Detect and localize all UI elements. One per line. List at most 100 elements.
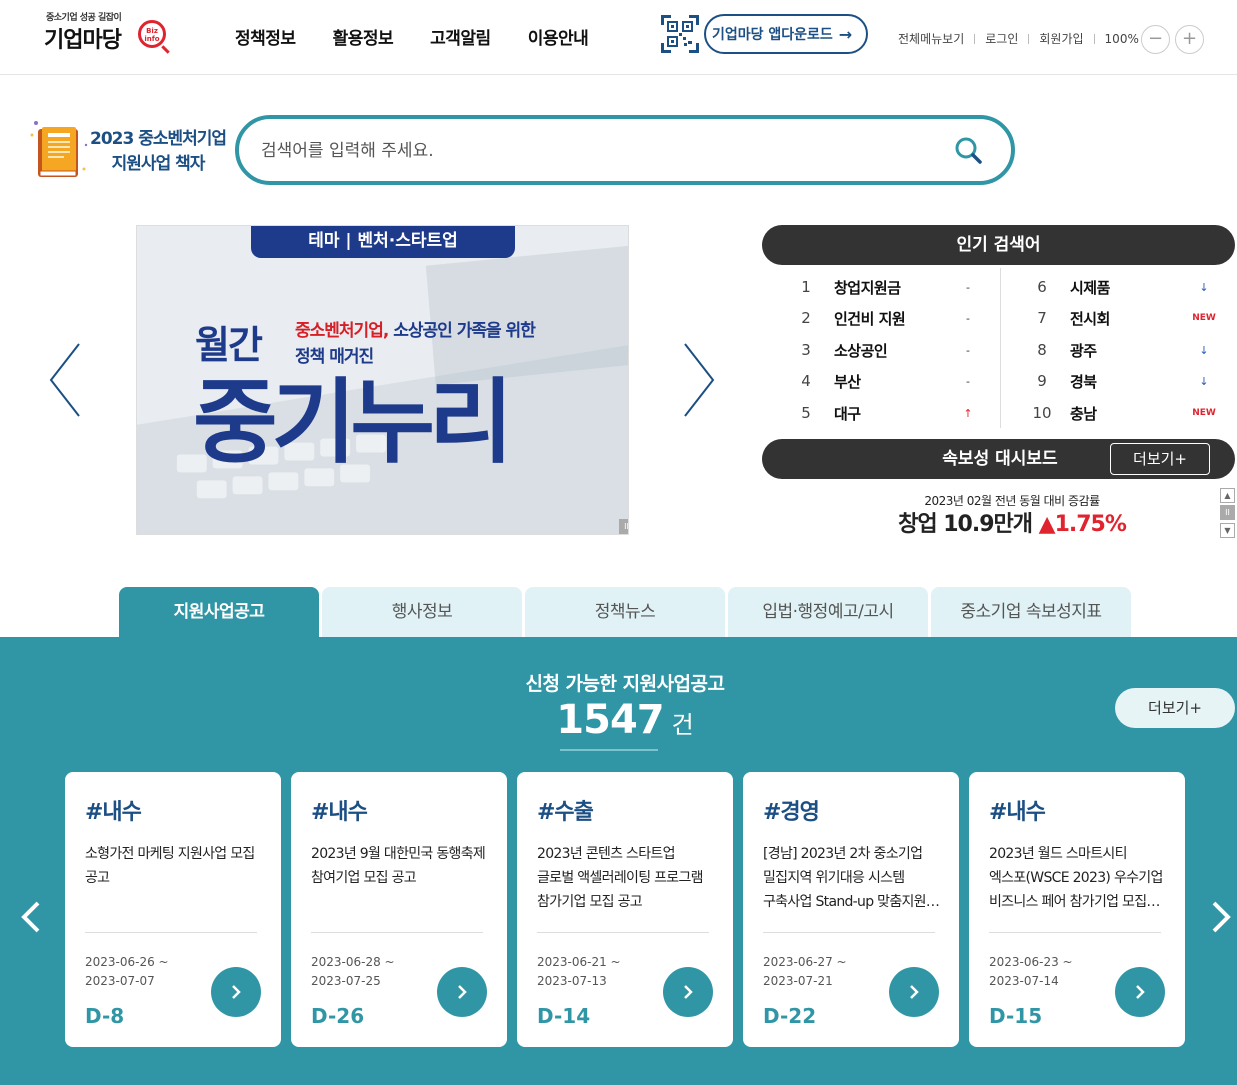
trend-up-icon: ↑ <box>963 406 973 420</box>
nav-notices[interactable]: 고객알림 <box>430 24 491 49</box>
utility-links: 전체메뉴보기 로그인 회원가입 100% <box>898 30 1139 47</box>
dashboard-more-button[interactable]: 더보기+ <box>1110 443 1210 475</box>
support-card-start-date: 2023-06-23 ~ <box>989 955 1073 969</box>
logo-magnifier-badge: Biz info <box>138 20 166 48</box>
popular-search-item[interactable]: 9 경북 ↓ <box>1032 368 1237 394</box>
popular-search-word: 창업지원금 <box>834 278 901 297</box>
all-menu-link[interactable]: 전체메뉴보기 <box>898 30 964 47</box>
go-arrow-button[interactable] <box>211 967 261 1017</box>
trend-down-icon: ↓ <box>1199 343 1209 357</box>
go-arrow-button[interactable] <box>889 967 939 1017</box>
support-card-end-date: 2023-07-13 <box>537 974 607 988</box>
divider <box>763 932 935 933</box>
banner-prev-arrow-icon[interactable] <box>46 340 86 420</box>
popular-search-title: 인기 검색어 <box>762 225 1235 265</box>
magazine-banner[interactable]: 테마 | 벤처·스타트업 월간 중소벤처기업, 소상공인 가족을 위한 정책 매… <box>136 225 629 535</box>
banner-subtitle-2: 정책 매거진 <box>295 347 374 367</box>
zoom-out-button[interactable]: − <box>1141 25 1170 54</box>
tab-sme-indicators[interactable]: 중소기업 속보성지표 <box>931 587 1131 637</box>
tab-legislation[interactable]: 입법·행정예고/고시 <box>728 587 928 637</box>
popular-search-word: 광주 <box>1070 341 1097 360</box>
popular-search-word: 소상공인 <box>834 341 888 360</box>
support-card-title: [경남] 2023년 2차 중소기업 밀집지역 위기대응 시스템 구축사업 St… <box>763 846 927 910</box>
dashboard-rate: ▲1.75% <box>1038 512 1127 537</box>
support-card[interactable]: #수출 2023년 콘텐츠 스타트업 글로벌 액셀러레이팅 프로그램 참가기업 모… <box>517 772 733 1047</box>
popular-search-item[interactable]: 5 대구 ↑ <box>796 400 1026 426</box>
popular-search-rank: 8 <box>1037 341 1047 359</box>
login-link[interactable]: 로그인 <box>985 30 1018 47</box>
support-card-title: 2023년 9월 대한민국 동행축제 참여기업 모집 공고 <box>311 846 486 886</box>
popular-search-item[interactable]: 6 시제품 ↓ <box>1032 274 1237 300</box>
dashboard-pause-icon[interactable]: II <box>1220 505 1235 520</box>
popular-search-word: 부산 <box>834 372 861 391</box>
popular-search-rank: 7 <box>1037 309 1047 327</box>
support-card-category: #경영 <box>763 800 820 825</box>
popular-search-item[interactable]: 3 소상공인 - <box>796 337 1026 363</box>
support-card[interactable]: #경영 [경남] 2023년 2차 중소기업 밀집지역 위기대응 시스템 구축사업… <box>743 772 959 1047</box>
popular-search-item[interactable]: 4 부산 - <box>796 368 1026 394</box>
banner-theme-tag: 테마 | 벤처·스타트업 <box>251 226 515 258</box>
trend-same-icon: - <box>966 311 970 325</box>
popular-search-item[interactable]: 8 광주 ↓ <box>1032 337 1237 363</box>
zoom-level: 100% <box>1104 31 1139 46</box>
trend-new-icon: NEW <box>1192 313 1216 323</box>
search-input[interactable] <box>261 137 921 165</box>
search-icon[interactable] <box>953 135 985 167</box>
banner-next-arrow-icon[interactable] <box>680 340 720 420</box>
nav-usage-info[interactable]: 활용정보 <box>333 24 394 49</box>
support-notices-section: 신청 가능한 지원사업공고 1547 건 더보기+ #내수 소형가전 마케팅 지원사… <box>0 637 1237 1085</box>
zoom-in-button[interactable]: + <box>1175 25 1204 54</box>
dashboard-header: 속보성 대시보드 더보기+ <box>762 439 1235 479</box>
banner-pause-button[interactable]: II <box>619 519 628 534</box>
popular-search-item[interactable]: 1 창업지원금 - <box>796 274 1026 300</box>
search-bar <box>235 115 1015 185</box>
dashboard-down-icon[interactable]: ▼ <box>1220 523 1235 538</box>
support-count-number: 1547 <box>556 697 664 743</box>
support-card-end-date: 2023-07-14 <box>989 974 1059 988</box>
guide-book-line1: 2023 중소벤처기업 <box>90 129 227 149</box>
cards-next-arrow-icon[interactable] <box>1206 897 1234 937</box>
guide-book-label: 2023 중소벤처기업 지원사업 책자 <box>90 127 227 177</box>
cards-prev-arrow-icon[interactable] <box>18 897 46 937</box>
app-download-button[interactable]: 기업마당 앱다운로드 → <box>704 14 868 54</box>
popular-search-rank: 4 <box>801 372 811 390</box>
popular-search-item[interactable]: 2 인건비 지원 - <box>796 305 1026 331</box>
support-card-end-date: 2023-07-25 <box>311 974 381 988</box>
support-count: 1547 건 <box>0 697 1237 743</box>
trend-same-icon: - <box>966 343 970 357</box>
chevron-right-icon <box>1136 985 1145 999</box>
support-card[interactable]: #내수 2023년 월드 스마트시티 엑스포(WSCE 2023) 우수기업 비즈… <box>969 772 1185 1047</box>
banner-subtitle: 중소벤처기업, 소상공인 가족을 위한 <box>295 316 536 341</box>
popular-search-word: 인건비 지원 <box>834 309 906 328</box>
popular-search-item[interactable]: 7 전시회 NEW <box>1032 305 1237 331</box>
go-arrow-button[interactable] <box>1115 967 1165 1017</box>
popular-search-item[interactable]: 10 충남 NEW <box>1032 400 1237 426</box>
popular-search-word: 시제품 <box>1070 278 1110 297</box>
popular-search-word: 경북 <box>1070 372 1097 391</box>
divider <box>560 749 658 751</box>
dashboard-up-icon[interactable]: ▲ <box>1220 488 1235 503</box>
content-tabs: 지원사업공고 행사정보 정책뉴스 입법·행정예고/고시 중소기업 속보성지표 <box>119 587 1131 637</box>
tab-policy-news[interactable]: 정책뉴스 <box>525 587 725 637</box>
support-card-title: 소형가전 마케팅 지원사업 모집 공고 <box>85 846 255 886</box>
signup-link[interactable]: 회원가입 <box>1039 30 1083 47</box>
nav-guide[interactable]: 이용안내 <box>528 24 589 49</box>
book-icon <box>30 121 88 177</box>
nav-policy-info[interactable]: 정책정보 <box>235 24 296 49</box>
go-arrow-button[interactable] <box>663 967 713 1017</box>
support-card[interactable]: #내수 2023년 9월 대한민국 동행축제 참여기업 모집 공고 2023-06-… <box>291 772 507 1047</box>
popular-search-word: 대구 <box>834 404 861 423</box>
divider <box>974 33 976 44</box>
site-logo[interactable]: 중소기업 성공 길잡이 기업마당 Biz info <box>44 10 174 60</box>
popular-search-rank: 3 <box>801 341 811 359</box>
support-more-button[interactable]: 더보기+ <box>1115 688 1235 728</box>
guide-book-promo[interactable]: 2023 중소벤처기업 지원사업 책자 <box>28 115 228 185</box>
support-card-category: #수출 <box>537 800 594 825</box>
support-card-end-date: 2023-07-21 <box>763 974 833 988</box>
tab-support-notices[interactable]: 지원사업공고 <box>119 587 319 637</box>
support-card[interactable]: #내수 소형가전 마케팅 지원사업 모집 공고 2023-06-26 ~ 2023-0… <box>65 772 281 1047</box>
support-card-start-date: 2023-06-26 ~ <box>85 955 169 969</box>
support-card-dday: D-22 <box>763 1004 817 1028</box>
tab-events[interactable]: 행사정보 <box>322 587 522 637</box>
go-arrow-button[interactable] <box>437 967 487 1017</box>
